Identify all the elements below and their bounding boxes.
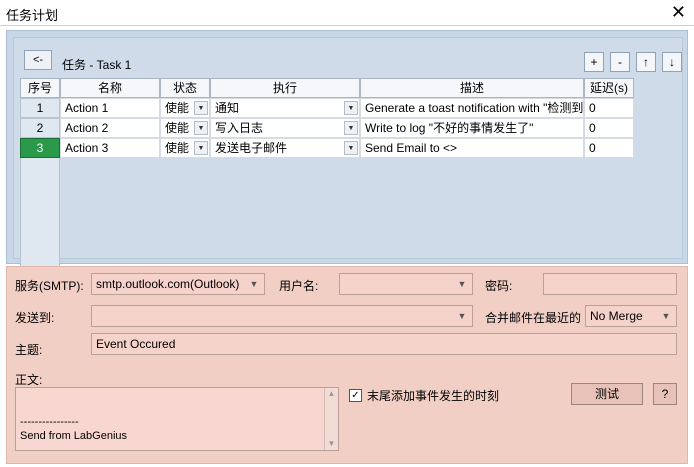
action-value: 发送电子邮件 — [215, 141, 288, 155]
status-value: 使能 — [165, 121, 190, 135]
close-icon[interactable]: ✕ — [671, 2, 686, 22]
title-bar: 任务计划 ✕ — [0, 0, 694, 26]
email-settings-panel: 服务(SMTP): smtp.outlook.com(Outlook) ▼ 用户… — [6, 266, 688, 464]
column-header-status[interactable]: 状态 — [160, 78, 210, 98]
chevron-down-icon[interactable]: ▼ — [456, 278, 468, 290]
body-line: ---------------- — [20, 416, 79, 428]
table-cell-delay[interactable]: 0 — [584, 98, 634, 118]
table-cell-description[interactable]: Write to log "不好的事情发生了" — [360, 118, 584, 138]
chevron-down-icon[interactable]: ▼ — [344, 101, 358, 115]
service-value: smtp.outlook.com(Outlook) — [96, 277, 240, 291]
add-action-button[interactable]: + — [584, 52, 604, 72]
sendto-label: 发送到: — [15, 311, 55, 325]
action-dropdown[interactable]: 通知 ▼ — [210, 98, 360, 118]
table-cell-delay[interactable]: 0 — [584, 138, 634, 158]
append-time-checkbox[interactable]: ✓ — [349, 389, 362, 402]
username-select[interactable]: ▼ — [339, 273, 473, 295]
chevron-down-icon[interactable]: ▼ — [248, 278, 260, 290]
sendto-select[interactable]: ▼ — [91, 305, 473, 327]
column-header-index[interactable]: 序号 — [20, 78, 60, 98]
column-header-description[interactable]: 描述 — [360, 78, 584, 98]
chevron-down-icon[interactable]: ▼ — [194, 121, 208, 135]
window-title: 任务计划 — [6, 8, 59, 23]
column-header-name[interactable]: 名称 — [60, 78, 160, 98]
body-line: Send from LabGenius — [20, 430, 128, 442]
merge-label: 合并邮件在最近的 — [485, 311, 582, 325]
action-dropdown[interactable]: 发送电子邮件 ▼ — [210, 138, 360, 158]
table-cell-delay[interactable]: 0 — [584, 118, 634, 138]
username-label: 用户名: — [279, 279, 319, 293]
status-value: 使能 — [165, 101, 190, 115]
password-field[interactable] — [543, 273, 677, 295]
merge-select[interactable]: No Merge ▼ — [585, 305, 677, 327]
subject-label: 主题: — [15, 343, 43, 357]
help-button[interactable]: ? — [653, 383, 677, 405]
task-title: 任务 - Task 1 — [62, 58, 132, 72]
scroll-up-icon[interactable]: ▲ — [325, 388, 338, 400]
move-down-button[interactable]: ↓ — [662, 52, 682, 72]
chevron-down-icon[interactable]: ▼ — [344, 121, 358, 135]
action-value: 写入日志 — [215, 121, 264, 135]
row-index[interactable]: 1 — [20, 98, 60, 118]
move-up-button[interactable]: ↑ — [636, 52, 656, 72]
table-cell-description[interactable]: Generate a toast notification with "检测到电 — [360, 98, 584, 118]
body-label: 正文: — [15, 373, 43, 387]
test-button[interactable]: 测试 — [571, 383, 643, 405]
table-cell-name[interactable]: Action 2 — [60, 118, 160, 138]
action-value: 通知 — [215, 101, 240, 115]
status-dropdown[interactable]: 使能 ▼ — [160, 138, 210, 158]
chevron-down-icon[interactable]: ▼ — [194, 101, 208, 115]
merge-value: No Merge — [590, 309, 643, 323]
chevron-down-icon[interactable]: ▼ — [660, 310, 672, 322]
table-cell-name[interactable]: Action 3 — [60, 138, 160, 158]
status-dropdown[interactable]: 使能 ▼ — [160, 118, 210, 138]
task-panel: <- 任务 - Task 1 + - ↑ ↓ 序号 名称 状态 执行 描述 延迟… — [6, 30, 688, 272]
body-textarea[interactable]: ---------------- Send from LabGenius ▲ ▼ — [15, 387, 339, 451]
body-scrollbar[interactable]: ▲ ▼ — [324, 388, 338, 450]
chevron-down-icon[interactable]: ▼ — [194, 141, 208, 155]
back-button[interactable]: <- — [24, 50, 52, 70]
action-dropdown[interactable]: 写入日志 ▼ — [210, 118, 360, 138]
scroll-down-icon[interactable]: ▼ — [325, 438, 338, 450]
append-time-label: 末尾添加事件发生的时刻 — [367, 389, 500, 403]
column-header-delay[interactable]: 延迟(s) — [584, 78, 634, 98]
column-header-action[interactable]: 执行 — [210, 78, 360, 98]
remove-action-button[interactable]: - — [610, 52, 630, 72]
status-dropdown[interactable]: 使能 ▼ — [160, 98, 210, 118]
password-label: 密码: — [485, 279, 513, 293]
task-panel-inner: <- 任务 - Task 1 + - ↑ ↓ 序号 名称 状态 执行 描述 延迟… — [13, 37, 683, 272]
chevron-down-icon[interactable]: ▼ — [456, 310, 468, 322]
table-cell-name[interactable]: Action 1 — [60, 98, 160, 118]
row-index-selected[interactable]: 3 — [20, 138, 60, 158]
status-value: 使能 — [165, 141, 190, 155]
table-cell-description[interactable]: Send Email to <> — [360, 138, 584, 158]
service-select[interactable]: smtp.outlook.com(Outlook) ▼ — [91, 273, 265, 295]
subject-field[interactable]: Event Occured — [91, 333, 677, 355]
row-index[interactable]: 2 — [20, 118, 60, 138]
chevron-down-icon[interactable]: ▼ — [344, 141, 358, 155]
service-label: 服务(SMTP): — [15, 279, 84, 293]
